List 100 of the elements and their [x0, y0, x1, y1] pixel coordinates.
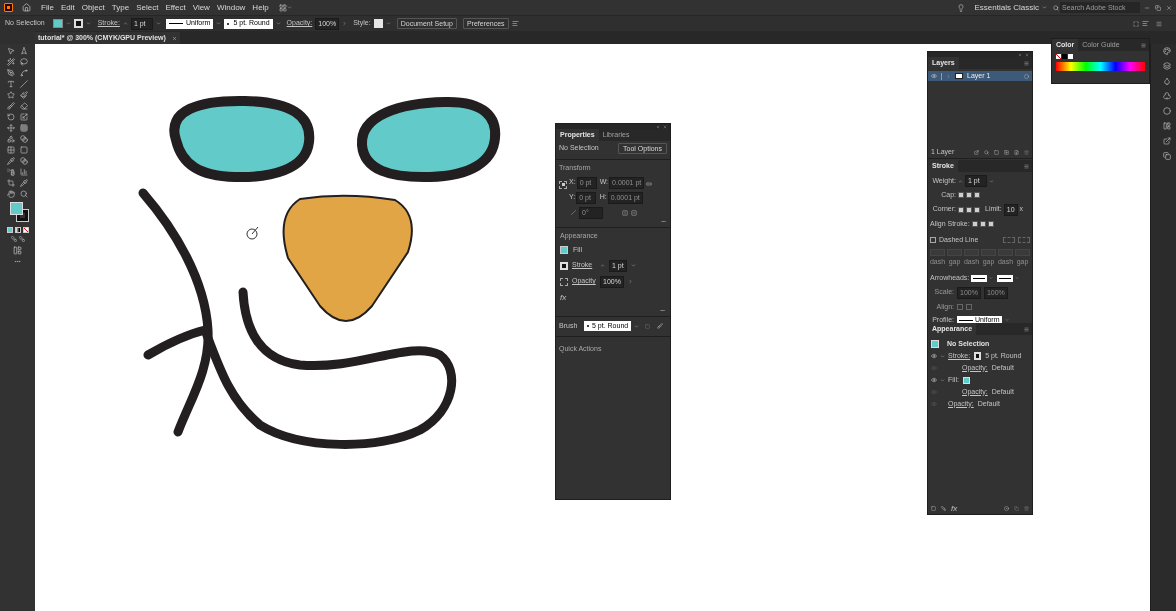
circle-icon[interactable] [1163, 107, 1171, 115]
scale-icon[interactable] [20, 113, 28, 121]
export-icon[interactable] [1163, 137, 1171, 145]
flip-horizontal-icon[interactable] [622, 209, 628, 216]
gradient-mode-icon[interactable] [14, 227, 21, 233]
menu-item[interactable]: Window [216, 1, 246, 14]
spinner-icon[interactable] [122, 21, 128, 26]
pointer-icon[interactable] [7, 47, 15, 55]
menu-item[interactable]: Help [252, 1, 269, 14]
menu-item[interactable]: Type [111, 1, 130, 14]
curve-icon[interactable] [20, 69, 28, 77]
blend-icon[interactable] [20, 157, 28, 165]
fx-button[interactable]: fx [951, 502, 958, 515]
rotate-icon[interactable] [7, 113, 15, 121]
new-stroke-icon[interactable] [931, 506, 936, 511]
drop-icon[interactable] [1163, 77, 1171, 85]
copy-icon[interactable] [1163, 152, 1171, 160]
color-spectrum[interactable] [1056, 62, 1145, 71]
caret-icon[interactable] [65, 21, 71, 26]
none-mode-icon[interactable] [22, 227, 29, 233]
bar-chart-icon[interactable] [20, 168, 28, 176]
menu-item[interactable]: File [41, 1, 54, 14]
dash-align-icon[interactable] [1018, 237, 1030, 244]
more-icon[interactable] [659, 307, 666, 313]
panel-menu-icon[interactable] [1024, 60, 1029, 66]
spinner-icon[interactable] [600, 263, 605, 268]
opacity-icon[interactable] [560, 277, 568, 286]
panel-menu-icon[interactable] [1024, 326, 1029, 332]
caret-icon[interactable] [275, 21, 281, 26]
layers-icon[interactable] [1163, 62, 1171, 70]
brush-icon[interactable] [7, 102, 15, 110]
swatch[interactable] [1068, 54, 1073, 59]
blend-icon[interactable] [20, 135, 28, 143]
dash-align-icon[interactable] [1003, 237, 1015, 244]
color-mode-icon[interactable] [6, 227, 13, 233]
fill-swatch[interactable] [52, 19, 63, 28]
chevron-right-icon[interactable] [342, 21, 348, 26]
caret-icon[interactable] [155, 21, 161, 26]
caret-icon[interactable] [989, 178, 994, 184]
lasso-icon[interactable] [20, 58, 28, 66]
disclosure-icon[interactable] [940, 377, 945, 383]
fx-button[interactable]: fx [560, 291, 666, 304]
shapes-icon[interactable] [7, 135, 15, 143]
arrowhead-dropdown[interactable] [971, 274, 988, 282]
new-sublayer-icon[interactable] [1004, 150, 1009, 155]
spinner-icon[interactable] [958, 178, 963, 184]
restore-icon[interactable] [1155, 4, 1161, 11]
arrange-icon[interactable] [511, 20, 519, 27]
fill-swatch[interactable] [560, 246, 568, 255]
link-icon[interactable] [646, 180, 653, 187]
export-icon[interactable] [974, 150, 979, 155]
menu-item[interactable]: Select [136, 1, 159, 14]
style-swatch[interactable] [373, 19, 383, 28]
home-icon[interactable] [22, 3, 31, 12]
eraser-icon[interactable] [20, 102, 28, 110]
more-icon[interactable] [660, 218, 667, 224]
caret-icon[interactable] [286, 5, 292, 10]
caret-icon[interactable] [385, 21, 391, 26]
club-icon[interactable] [1163, 92, 1171, 100]
zoom-icon[interactable] [20, 190, 28, 198]
new-fill-icon[interactable] [941, 506, 946, 511]
panel-menu-icon[interactable] [1141, 42, 1146, 48]
minimize-icon[interactable] [1144, 4, 1150, 11]
workspace-layout-icon[interactable] [278, 3, 287, 12]
target-icon[interactable] [1024, 73, 1029, 79]
pen-icon[interactable] [7, 69, 15, 77]
mesh-icon[interactable] [7, 146, 15, 154]
line-icon[interactable] [20, 80, 28, 88]
panel-icon[interactable] [1163, 122, 1171, 130]
pipette-icon[interactable] [20, 179, 28, 187]
wand-icon[interactable] [7, 58, 15, 66]
search-icon[interactable] [984, 150, 989, 155]
none-swatch[interactable] [1056, 54, 1061, 59]
angle-icon[interactable] [571, 210, 576, 215]
crop-icon[interactable] [7, 179, 15, 187]
swatch[interactable] [1062, 54, 1067, 59]
pipette-icon[interactable] [7, 157, 15, 165]
caret-icon[interactable] [631, 263, 636, 268]
flip-vertical-icon[interactable] [631, 209, 637, 216]
caret-icon[interactable] [85, 21, 91, 26]
disclosure-icon[interactable] [940, 353, 945, 359]
type-icon[interactable] [7, 80, 15, 88]
search-icon[interactable] [1053, 4, 1059, 11]
spray-can-icon[interactable] [7, 168, 15, 176]
new-layer-icon[interactable] [1014, 150, 1019, 155]
lightbulb-icon[interactable] [956, 3, 965, 12]
palette-icon[interactable] [1163, 47, 1171, 55]
brush-library-icon[interactable] [657, 323, 664, 329]
workspace-switcher[interactable]: Essentials Classic [974, 1, 1047, 14]
menu-icon[interactable] [1156, 20, 1162, 27]
move-icon[interactable] [7, 124, 15, 132]
star-icon[interactable] [7, 91, 15, 99]
app-logo[interactable] [4, 3, 13, 12]
panel-menu-icon[interactable] [1024, 163, 1029, 169]
chevron-right-icon[interactable] [627, 279, 633, 284]
menu-item[interactable]: Object [81, 1, 105, 14]
caret-icon[interactable] [634, 323, 640, 329]
direct-pointer-icon[interactable] [20, 47, 28, 55]
menu-item[interactable]: Effect [165, 1, 186, 14]
paintbrush-icon[interactable] [20, 91, 28, 99]
